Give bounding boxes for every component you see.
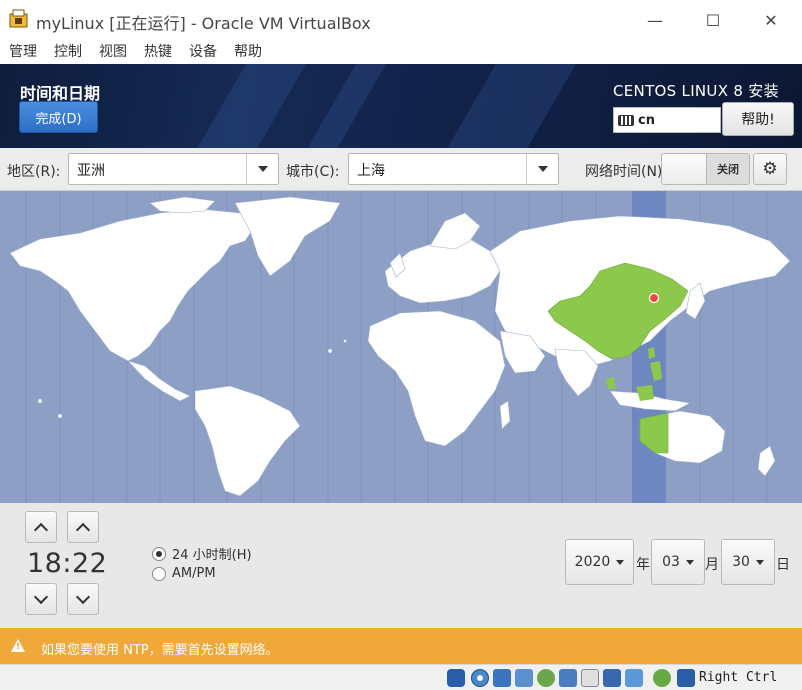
day-value: 30 xyxy=(732,554,750,570)
format-ampm-label: AM/PM xyxy=(172,566,216,581)
virtualization-icon[interactable] xyxy=(625,669,643,687)
hour-down-button[interactable] xyxy=(25,583,57,615)
city-label: 城市(C): xyxy=(286,164,340,180)
day-select[interactable]: 30 xyxy=(721,539,775,585)
format-24h-label: 24 小时制(H) xyxy=(172,548,252,563)
minute-up-button[interactable] xyxy=(67,511,99,543)
chevron-down-icon xyxy=(75,589,91,604)
video-capture-icon[interactable] xyxy=(603,669,621,687)
keyboard-layout-indicator[interactable]: cn xyxy=(613,107,721,133)
network-time-toggle[interactable]: 关闭 xyxy=(661,153,750,185)
audio-icon[interactable] xyxy=(493,669,511,687)
africa xyxy=(367,310,506,447)
toggle-knob[interactable] xyxy=(662,154,707,184)
minimize-button[interactable]: — xyxy=(632,6,678,34)
central-america xyxy=(127,360,191,402)
taiwan-highlight xyxy=(648,347,655,359)
world-map-graphic[interactable] xyxy=(0,191,802,503)
region-label: 地区(R): xyxy=(7,164,61,180)
header-decoration xyxy=(298,64,392,148)
optical-drive-icon[interactable] xyxy=(471,669,489,687)
virtualbox-app-icon xyxy=(9,9,28,28)
malaysia-highlight xyxy=(606,377,616,389)
vm-status-bar: Right Ctrl xyxy=(0,664,802,690)
maximize-button[interactable]: ☐ xyxy=(690,6,736,34)
new-zealand xyxy=(757,445,776,477)
region-value: 亚洲 xyxy=(77,163,105,179)
timezone-filter-bar: 地区(R): 亚洲 城市(C): 上海 网络时间(N) 关闭 ⚙ xyxy=(0,148,802,191)
year-select[interactable]: 2020 xyxy=(565,539,634,585)
hour-up-button[interactable] xyxy=(25,511,57,543)
menu-item-hotkey[interactable]: 热键 xyxy=(144,41,172,61)
menu-item-manage[interactable]: 管理 xyxy=(9,41,37,61)
month-unit-label: 月 xyxy=(705,557,719,573)
chevron-down-icon xyxy=(755,559,764,565)
month-select[interactable]: 03 xyxy=(651,539,705,585)
city-value: 上海 xyxy=(357,163,385,179)
menu-item-view[interactable]: 视图 xyxy=(99,41,127,61)
toggle-state-label: 关闭 xyxy=(717,163,739,176)
greenland xyxy=(234,196,341,277)
city-select[interactable]: 上海 xyxy=(348,153,559,185)
minute-down-button[interactable] xyxy=(67,583,99,615)
ntp-settings-button[interactable]: ⚙ xyxy=(753,153,787,185)
menu-bar: 管理 控制 视图 热键 设备 帮助 xyxy=(0,38,802,64)
guest-additions-icon[interactable] xyxy=(653,669,671,687)
window-titlebar: myLinux [正在运行] - Oracle VM VirtualBox — … xyxy=(0,0,802,38)
chevron-down-icon xyxy=(616,559,625,565)
window-title: myLinux [正在运行] - Oracle VM VirtualBox xyxy=(36,14,371,33)
gear-icon: ⚙ xyxy=(762,159,778,179)
south-america xyxy=(194,385,301,497)
installer-title: CENTOS LINUX 8 安装 xyxy=(613,82,779,100)
time-date-panel: 18:22 24 小时制(H) AM/PM 2020 年 03 月 30 日 xyxy=(0,503,802,628)
display-icon[interactable] xyxy=(581,669,599,687)
keyboard-icon xyxy=(618,114,634,126)
chevron-up-icon xyxy=(75,522,91,537)
time-display: 18:22 xyxy=(27,548,108,579)
shared-folders-icon[interactable] xyxy=(559,669,577,687)
chevron-down-icon[interactable] xyxy=(246,154,278,184)
header-decoration xyxy=(188,64,312,148)
warning-bar: ! 如果您要使用 NTP，需要首先设置网络。 xyxy=(0,628,802,664)
format-ampm-option[interactable]: AM/PM xyxy=(152,566,216,581)
done-button[interactable]: 完成(D) xyxy=(19,101,98,133)
menu-item-help[interactable]: 帮助 xyxy=(234,41,262,61)
installer-header: 时间和日期 完成(D) CENTOS LINUX 8 安装 cn 帮助! xyxy=(0,64,802,148)
format-24h-radio[interactable] xyxy=(152,546,166,561)
menu-item-devices[interactable]: 设备 xyxy=(189,41,217,61)
region-select[interactable]: 亚洲 xyxy=(68,153,279,185)
madagascar xyxy=(499,400,511,430)
network-time-label: 网络时间(N) xyxy=(585,164,663,180)
header-decoration xyxy=(438,64,582,148)
year-unit-label: 年 xyxy=(636,557,650,573)
north-america xyxy=(9,208,256,362)
close-button[interactable]: ✕ xyxy=(748,6,794,34)
timezone-map[interactable] xyxy=(0,191,802,503)
warning-text: 如果您要使用 NTP，需要首先设置网络。 xyxy=(41,643,279,658)
location-pin xyxy=(648,292,660,304)
format-24h-option[interactable]: 24 小时制(H) xyxy=(152,544,252,563)
network-icon[interactable] xyxy=(515,669,533,687)
mouse-integration-icon[interactable] xyxy=(677,669,695,687)
keyboard-layout-label: cn xyxy=(638,112,655,128)
month-value: 03 xyxy=(662,554,680,570)
chevron-up-icon xyxy=(33,522,49,537)
chevron-down-icon[interactable] xyxy=(526,154,558,184)
hard-disk-icon[interactable] xyxy=(447,669,465,687)
year-value: 2020 xyxy=(574,554,611,570)
format-ampm-radio[interactable] xyxy=(152,566,166,581)
day-unit-label: 日 xyxy=(776,557,790,573)
chevron-down-icon xyxy=(685,559,694,565)
warning-icon: ! xyxy=(11,639,25,652)
menu-item-control[interactable]: 控制 xyxy=(54,41,82,61)
host-key-label: Right Ctrl xyxy=(699,670,778,685)
chevron-down-icon xyxy=(33,589,49,604)
usb-icon[interactable] xyxy=(537,669,555,687)
help-button[interactable]: 帮助! xyxy=(722,102,794,136)
